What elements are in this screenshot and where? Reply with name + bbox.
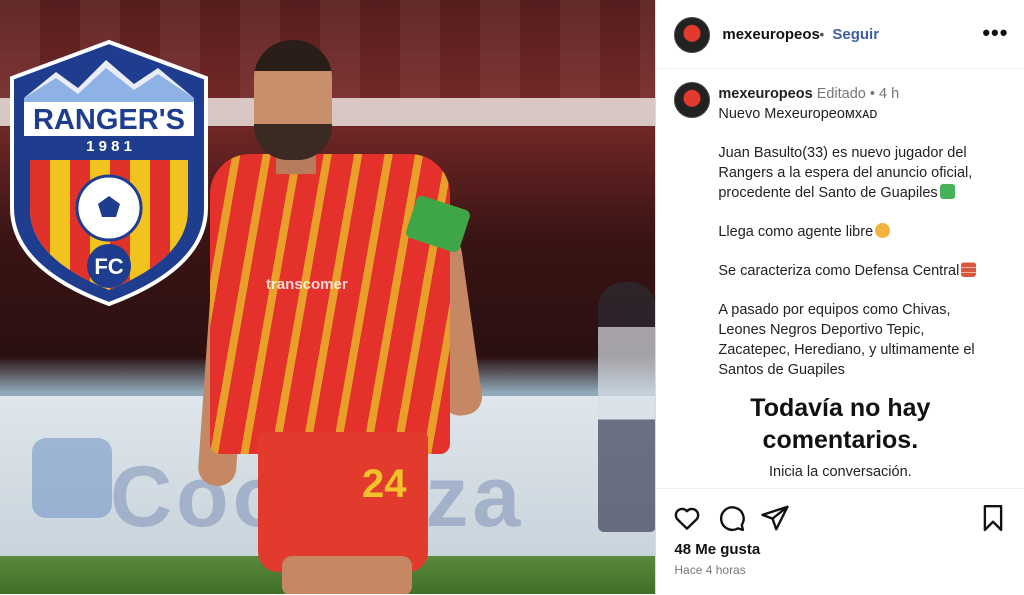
likes-count[interactable]: 48 Me gusta [674, 541, 760, 558]
caption-gap [718, 203, 1008, 222]
rangers-crest-logo: RANGER'S 1 9 8 1 FC [10, 39, 208, 307]
comment-icon[interactable] [716, 503, 746, 533]
no-comments-subtitle: Inicia la conversación. [769, 464, 912, 480]
caption-line: Leones Negros Deportivo Tepic, [718, 322, 925, 338]
caption-edited-label: Editado [816, 86, 866, 102]
header-username[interactable]: mexeuropeos [722, 26, 820, 43]
post-side-panel: mexeuropeos • Seguir ••• mexeuropeos Edi… [655, 0, 1024, 594]
instagram-post-view: Coo anza transcomer 24 RANGER'S 1 9 8 1 [0, 0, 1024, 594]
player-figure: transcomer 24 [196, 36, 496, 594]
caption-line: Santos de Guapiles [718, 362, 845, 378]
jersey-number: 24 [362, 462, 407, 506]
post-header: mexeuropeos • Seguir ••• [656, 0, 1024, 69]
caption-line: Zacatepec, Herediano, y ultimamente el [718, 342, 975, 358]
header-separator: • [819, 26, 825, 42]
heart-icon[interactable] [672, 503, 702, 533]
caption-time[interactable]: 4 h [879, 86, 899, 102]
player-legs [282, 556, 412, 594]
more-options-icon[interactable]: ••• [982, 20, 1008, 46]
no-comments-title-line: comentarios. [762, 426, 919, 454]
bookmark-icon[interactable] [978, 503, 1008, 533]
post-actions-bar: 48 Me gusta Hace 4 horas [656, 488, 1024, 595]
caption-line: Se caracteriza como Defensa Central [718, 263, 960, 279]
player-head [254, 40, 332, 160]
background-person [598, 282, 656, 532]
caption-gap [718, 281, 1008, 300]
caption-separator: • [869, 86, 875, 102]
no-comments-title-line: Todavía no hay [750, 394, 931, 422]
caption-line: A pasado por equipos como Chivas, [718, 302, 951, 318]
caption-line: Rangers a la espera del anuncio oficial, [718, 165, 973, 181]
avatar[interactable] [674, 17, 711, 53]
crest-year: 1 9 8 1 [86, 138, 132, 155]
jersey-sponsor: transcomer [266, 276, 348, 293]
post-caption: mexeuropeos Editado • 4 h Nuevo Mexeurop… [718, 84, 1008, 380]
player-jersey [210, 154, 450, 454]
follow-button[interactable]: Seguir [832, 26, 879, 43]
post-timestamp: Hace 4 horas [674, 563, 746, 577]
caption-line: Llega como agente libre [718, 224, 874, 240]
check-mark-icon [939, 184, 955, 199]
brick-icon [961, 262, 977, 277]
send-icon[interactable] [760, 503, 790, 533]
caption-line: Nuevo Mexeuropeoᴍxᴀᴅ [718, 106, 878, 122]
caption-line: procedente del Santo de Guapiles [718, 185, 938, 201]
crest-name: RANGER'S [33, 104, 185, 136]
caption-avatar[interactable] [674, 82, 711, 118]
writing-hand-icon [875, 223, 891, 238]
no-comments-title: Todavía no hay comentarios. [656, 392, 1024, 456]
caption-line: Juan Basulto(33) es nuevo jugador del [718, 145, 967, 161]
post-image[interactable]: Coo anza transcomer 24 RANGER'S 1 9 8 1 [0, 0, 656, 594]
caption-gap [718, 124, 1008, 143]
caption-gap [718, 242, 1008, 261]
ad-logo [32, 438, 112, 518]
caption-username[interactable]: mexeuropeos [718, 86, 812, 102]
crest-letters: FC [94, 254, 123, 279]
